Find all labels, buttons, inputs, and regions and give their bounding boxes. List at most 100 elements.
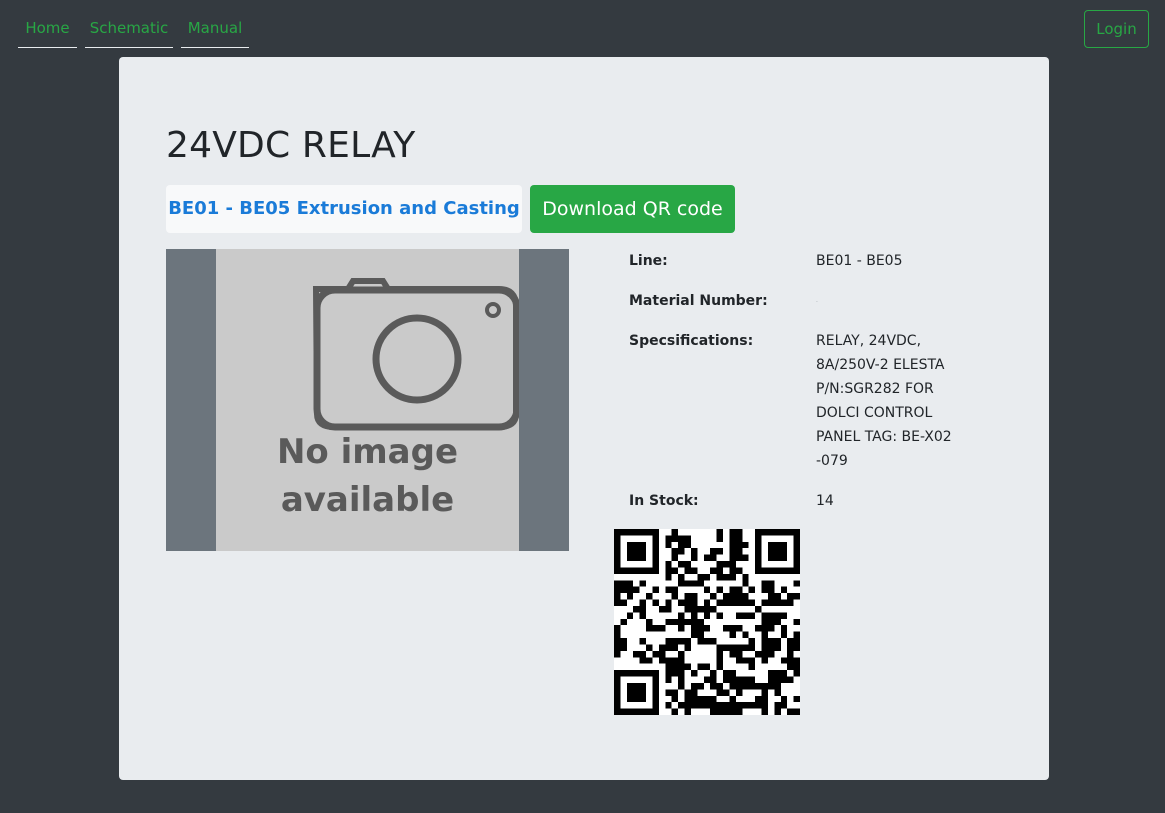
qr-module xyxy=(742,599,749,606)
qr-module xyxy=(774,567,781,574)
qr-module xyxy=(748,682,756,690)
qr-module xyxy=(678,676,685,683)
qr-module xyxy=(684,618,691,626)
qr-module xyxy=(620,599,627,606)
qr-module xyxy=(793,541,800,549)
nav-manual-link[interactable]: Manual xyxy=(181,16,249,48)
in-stock-label: In Stock: xyxy=(629,493,699,509)
qr-module xyxy=(723,561,730,568)
qr-module xyxy=(639,695,647,703)
qr-module xyxy=(742,631,749,639)
qr-module xyxy=(626,689,634,696)
qr-module xyxy=(639,529,647,536)
qr-module xyxy=(774,676,781,683)
qr-module xyxy=(620,529,627,536)
qr-module xyxy=(626,708,634,715)
qr-module xyxy=(646,657,653,664)
qr-module xyxy=(767,644,775,651)
qr-module xyxy=(658,644,666,651)
qr-module xyxy=(742,593,749,600)
qr-module xyxy=(697,702,704,709)
qr-module xyxy=(703,586,711,594)
qr-module xyxy=(761,586,768,594)
qr-module xyxy=(787,638,794,645)
qr-module xyxy=(742,612,749,619)
qr-module xyxy=(639,554,647,562)
qr-module xyxy=(793,644,800,651)
qr-module xyxy=(671,554,679,562)
qr-module xyxy=(755,682,762,690)
qr-module xyxy=(780,612,788,619)
qr-module xyxy=(729,676,736,683)
qr-module xyxy=(774,593,781,600)
qr-module xyxy=(774,689,781,696)
qr-module xyxy=(703,605,711,613)
qr-module xyxy=(761,644,768,651)
qr-module xyxy=(723,676,730,683)
qr-module xyxy=(614,708,621,715)
qr-module xyxy=(755,567,762,574)
qr-module xyxy=(665,618,672,626)
qr-module xyxy=(697,631,704,639)
qr-module xyxy=(729,535,736,542)
qr-module xyxy=(755,535,762,542)
qr-module xyxy=(614,561,621,568)
qr-module xyxy=(735,554,743,562)
login-button[interactable]: Login xyxy=(1084,10,1149,48)
qr-module xyxy=(716,612,724,619)
qr-module xyxy=(614,586,621,594)
qr-module xyxy=(678,561,685,568)
qr-module xyxy=(652,625,659,632)
no-image-placeholder: No image available xyxy=(216,249,519,551)
qr-module xyxy=(729,573,736,581)
qr-module xyxy=(780,599,788,606)
qr-module xyxy=(735,625,743,632)
line-link-button[interactable]: BE01 - BE05 Extrusion and Casting xyxy=(166,185,522,233)
qr-module xyxy=(723,599,730,606)
qr-module xyxy=(748,638,756,645)
qr-module xyxy=(626,695,634,703)
qr-module xyxy=(620,580,627,587)
qr-module xyxy=(639,670,647,677)
qr-module xyxy=(652,541,659,549)
download-qr-button[interactable]: Download QR code xyxy=(530,185,735,233)
qr-module xyxy=(735,567,743,574)
qr-module xyxy=(671,708,679,715)
qr-module xyxy=(614,554,621,562)
qr-module xyxy=(665,644,672,651)
qr-module xyxy=(614,702,621,709)
qr-module xyxy=(761,612,768,619)
nav-home-link[interactable]: Home xyxy=(18,16,77,48)
qr-module xyxy=(742,554,749,562)
qr-module xyxy=(767,638,775,645)
qr-module xyxy=(690,548,698,555)
qr-module xyxy=(665,702,672,709)
qr-module xyxy=(639,612,647,619)
qr-module xyxy=(761,650,768,658)
qr-code xyxy=(614,529,800,715)
qr-module xyxy=(780,695,788,703)
qr-module xyxy=(671,548,679,555)
qr-module xyxy=(626,612,634,619)
qr-module xyxy=(710,695,717,703)
qr-module xyxy=(716,599,724,606)
qr-module xyxy=(793,663,800,671)
qr-module xyxy=(652,586,659,594)
qr-module xyxy=(735,548,743,555)
qr-module xyxy=(678,625,685,632)
qr-module xyxy=(767,599,775,606)
qr-module xyxy=(678,682,685,690)
qr-module xyxy=(710,593,717,600)
qr-module xyxy=(697,638,704,645)
nav-schematic-link[interactable]: Schematic xyxy=(85,16,173,48)
qr-module xyxy=(729,529,736,536)
qr-module xyxy=(678,618,685,626)
qr-module xyxy=(793,657,800,664)
qr-module xyxy=(614,535,621,542)
qr-module xyxy=(652,599,659,606)
qr-module xyxy=(780,548,788,555)
qr-module xyxy=(652,548,659,555)
qr-module xyxy=(780,631,788,639)
line-value: BE01 - BE05 xyxy=(816,253,903,269)
qr-module xyxy=(678,670,685,677)
